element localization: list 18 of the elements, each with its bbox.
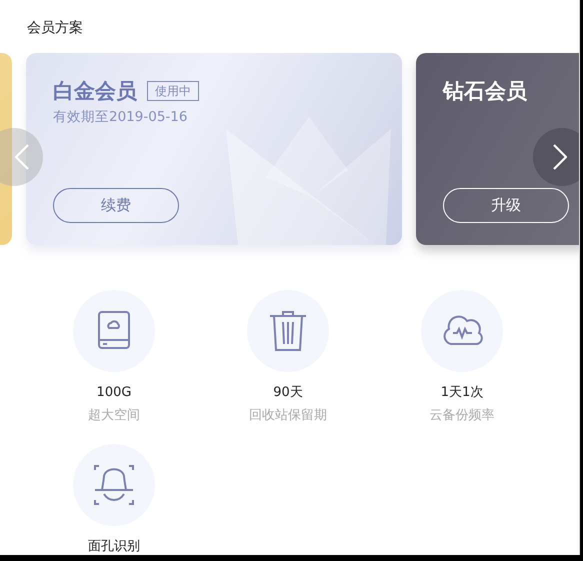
plan-title: 钻石会员 — [443, 78, 527, 105]
face-scan-icon — [93, 464, 135, 506]
feature-label: 超大空间 — [88, 407, 140, 424]
feature-value: 90天 — [273, 384, 303, 401]
renew-button[interactable]: 续费 — [53, 188, 179, 223]
feature-value: 100G — [96, 384, 132, 401]
status-badge: 使用中 — [147, 81, 199, 101]
feature-value: 1天1次 — [440, 384, 484, 401]
validity-date: 有效期至2019-05-16 — [53, 108, 188, 127]
chevron-left-icon — [15, 144, 29, 170]
trash-icon — [267, 310, 309, 352]
plan-title: 白金会员 — [53, 78, 137, 105]
feature-value: 面孔识别 — [88, 538, 140, 555]
feature-label: 云备份频率 — [430, 407, 494, 424]
section-title: 会员方案 — [26, 19, 84, 38]
upgrade-button[interactable]: 升级 — [443, 188, 569, 223]
chevron-right-icon — [553, 144, 567, 170]
feature-label: 回收站保留期 — [249, 407, 327, 424]
